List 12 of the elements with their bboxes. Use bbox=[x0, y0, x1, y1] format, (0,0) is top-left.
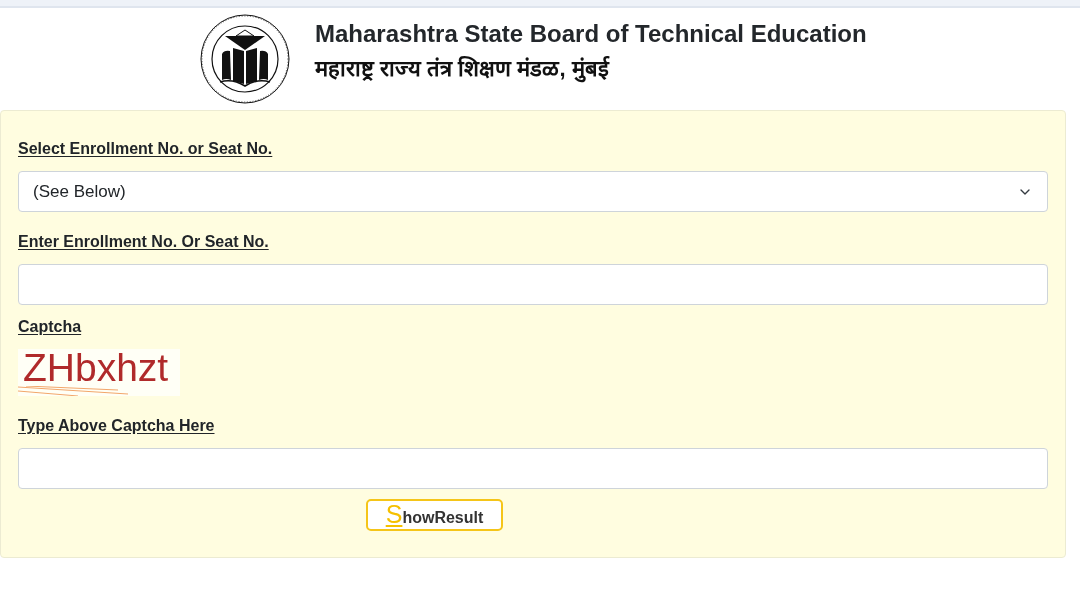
field-label: Enter Enrollment No. Or Seat No. bbox=[18, 233, 269, 250]
field-label: Type Above Captcha Here bbox=[18, 417, 215, 434]
page-title: Maharashtra State Board of Technical Education bbox=[315, 19, 867, 49]
field-label: Select Enrollment No. or Seat No. bbox=[18, 140, 273, 157]
show-result-button[interactable]: ShowResult bbox=[366, 499, 503, 531]
dropdown[interactable]: (See Below) bbox=[18, 171, 1048, 212]
input-field[interactable] bbox=[18, 264, 1048, 305]
input-field[interactable] bbox=[18, 448, 1048, 489]
page-subtitle: महाराष्ट्र राज्य तंत्र शिक्षण मंडळ, मुंबई bbox=[315, 55, 611, 84]
field-label: Captcha bbox=[18, 318, 82, 335]
noise-lines-icon bbox=[18, 386, 128, 396]
captcha-text: ZHbxhzt bbox=[23, 349, 169, 386]
